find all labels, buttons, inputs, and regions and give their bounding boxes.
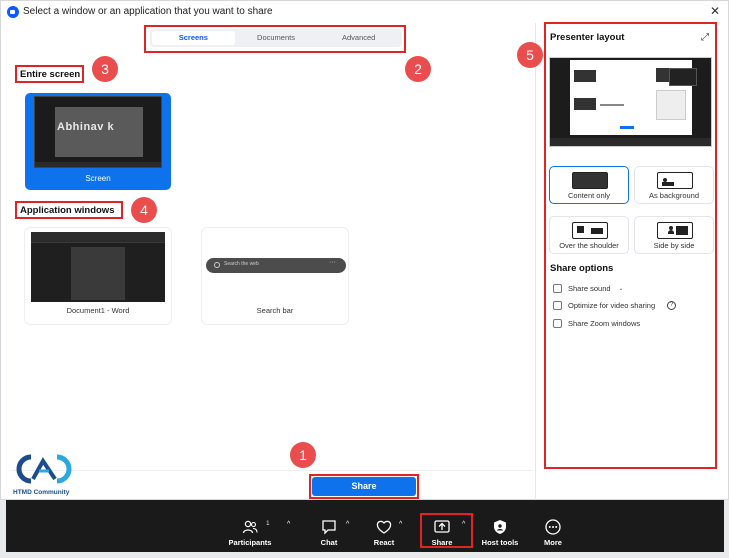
- search-icon: [214, 262, 220, 268]
- app-window-word[interactable]: Document1 - Word: [25, 228, 171, 324]
- panel-divider: [535, 23, 536, 501]
- screen-thumb-taskbar: [35, 162, 161, 167]
- more-label: More: [544, 538, 562, 547]
- share-dialog: Select a window or an application that y…: [0, 0, 729, 501]
- annotation-badge-3: 3: [92, 56, 118, 82]
- app-window-search-bar[interactable]: Search the web ··· Search bar: [202, 228, 348, 324]
- share-caret-icon[interactable]: ^: [462, 521, 465, 528]
- participants-caret-icon[interactable]: ^: [287, 521, 290, 528]
- participants-count: 1: [266, 520, 270, 527]
- participants-label: Participants: [228, 538, 272, 547]
- zoom-app-icon: [7, 6, 19, 18]
- close-icon[interactable]: ✕: [710, 5, 720, 17]
- annotation-box-tabs: [144, 25, 406, 53]
- chat-label: Chat: [320, 538, 338, 547]
- title-bar: Select a window or an application that y…: [1, 1, 728, 23]
- screen-share-option[interactable]: Abhinav k Screen: [25, 93, 171, 190]
- react-caret-icon[interactable]: ^: [399, 521, 402, 528]
- more-icon: [545, 519, 561, 535]
- annotation-badge-4: 4: [131, 197, 157, 223]
- react-icon: [376, 519, 392, 535]
- chat-caret-icon[interactable]: ^: [346, 521, 349, 528]
- footer-divider: [11, 470, 533, 471]
- chat-icon: [321, 519, 337, 535]
- word-thumbnail: [31, 232, 165, 302]
- annotation-badge-2: 2: [405, 56, 431, 82]
- annotation-badge-5: 5: [517, 42, 543, 68]
- app-window-label: Search bar: [256, 306, 294, 315]
- htmd-logo-icon: [16, 454, 72, 484]
- app-window-label: Document1 - Word: [66, 306, 130, 315]
- host-tools-button[interactable]: Host tools: [476, 519, 524, 551]
- react-label: React: [373, 538, 395, 547]
- htmd-logo: HTMD Community: [13, 451, 77, 497]
- annotation-box-share: [309, 474, 419, 499]
- participants-icon: [242, 519, 258, 535]
- screen-thumbnail: Abhinav k: [34, 96, 162, 168]
- annotation-badge-1: 1: [290, 442, 316, 468]
- shield-icon: [492, 519, 508, 535]
- search-bar-thumbnail: Search the web ···: [206, 258, 346, 273]
- window-title: Select a window or an application that y…: [23, 6, 273, 17]
- more-dots-icon: ···: [329, 259, 336, 266]
- more-button[interactable]: More: [529, 519, 577, 551]
- annotation-box-presenter-panel: [544, 22, 717, 469]
- annotation-box-entire-screen: [15, 65, 84, 83]
- search-thumb-placeholder: Search the web: [224, 261, 259, 267]
- word-thumb-ribbon: [31, 232, 165, 243]
- word-thumb-page: [71, 247, 125, 300]
- screen-card-label: Screen: [85, 174, 111, 183]
- host-tools-label: Host tools: [481, 538, 519, 547]
- screen-thumb-text: Abhinav k: [57, 121, 115, 133]
- annotation-box-app-windows: [15, 201, 123, 219]
- annotation-box-toolbar-share: [420, 513, 473, 548]
- logo-text: HTMD Community: [13, 489, 70, 496]
